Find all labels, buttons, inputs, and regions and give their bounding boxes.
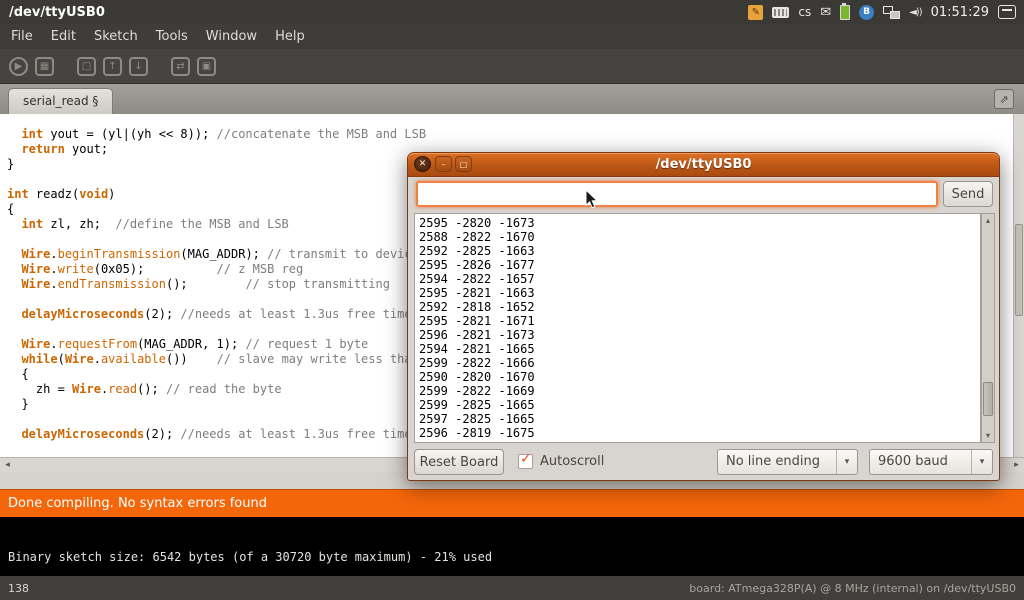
console-icon[interactable]: ▣ bbox=[197, 57, 216, 76]
serial-line: 2595 -2826 -1677 bbox=[419, 258, 976, 272]
stop-icon[interactable]: ▦ bbox=[35, 57, 54, 76]
line-number-indicator: 138 bbox=[8, 582, 29, 595]
serial-input[interactable] bbox=[416, 181, 938, 207]
serial-line: 2599 -2825 -1665 bbox=[419, 398, 976, 412]
menu-file[interactable]: File bbox=[2, 24, 42, 49]
menu-help[interactable]: Help bbox=[266, 24, 314, 49]
autoscroll-checkbox[interactable]: ✓ bbox=[518, 454, 533, 469]
tab-label: serial_read § bbox=[23, 94, 98, 108]
scrollbar-thumb[interactable] bbox=[1015, 224, 1023, 316]
reset-board-button[interactable]: Reset Board bbox=[414, 449, 504, 475]
menu-edit[interactable]: Edit bbox=[42, 24, 85, 49]
volume-icon[interactable]: ◄)) bbox=[909, 7, 922, 18]
serial-line: 2597 -2825 -1665 bbox=[419, 412, 976, 426]
menu-tools[interactable]: Tools bbox=[147, 24, 197, 49]
console-output: Binary sketch size: 6542 bytes (of a 307… bbox=[0, 517, 1024, 576]
keyboard-layout-indicator[interactable]: cs bbox=[798, 5, 811, 19]
serial-monitor-icon: ⇗ bbox=[999, 93, 1008, 106]
chevron-down-icon[interactable]: ▾ bbox=[836, 450, 857, 474]
top-panel: /dev/ttyUSB0 ✎ cs ✉ B ◄)) 01:51:29 bbox=[0, 0, 1024, 24]
menu-sketch[interactable]: Sketch bbox=[85, 24, 147, 49]
tab-serial-read[interactable]: serial_read § bbox=[8, 88, 113, 114]
menu-bar: FileEditSketchToolsWindowHelp bbox=[0, 24, 1024, 49]
keyboard-icon[interactable] bbox=[772, 7, 789, 18]
session-icon[interactable] bbox=[998, 5, 1016, 19]
mouse-cursor bbox=[585, 190, 599, 210]
code-line: int yout = (yl|(yh << 8)); //concatenate… bbox=[7, 127, 1012, 142]
scroll-right-icon[interactable]: ▸ bbox=[1009, 458, 1024, 472]
mail-icon[interactable]: ✉ bbox=[820, 5, 831, 20]
status-message: Done compiling. No syntax errors found bbox=[8, 496, 267, 511]
open-sketch-icon[interactable]: ↑ bbox=[103, 57, 122, 76]
desktop: /dev/ttyUSB0 ✎ cs ✉ B ◄)) 01:51:29 FileEditSk… bbox=[0, 0, 1024, 600]
serial-monitor-window: ✕ – □ /dev/ttyUSB0 Send 2595 -2820 -1673… bbox=[407, 152, 1000, 481]
serial-line: 2596 -2821 -1673 bbox=[419, 328, 976, 342]
line-ending-select[interactable]: No line ending ▾ bbox=[717, 449, 858, 475]
serial-line: 2588 -2822 -1670 bbox=[419, 230, 976, 244]
notes-icon[interactable]: ✎ bbox=[748, 5, 763, 20]
chevron-down-icon[interactable]: ▾ bbox=[971, 450, 992, 474]
save-sketch-icon[interactable]: ↓ bbox=[129, 57, 148, 76]
check-icon: ✓ bbox=[520, 451, 532, 467]
serial-line: 2599 -2822 -1669 bbox=[419, 384, 976, 398]
console-text: Binary sketch size: 6542 bytes (of a 307… bbox=[8, 550, 492, 564]
scrollbar-thumb[interactable] bbox=[983, 382, 993, 416]
serial-line: 2592 -2825 -1663 bbox=[419, 244, 976, 258]
send-button[interactable]: Send bbox=[943, 181, 993, 207]
bluetooth-icon[interactable]: B bbox=[859, 5, 874, 20]
serial-line: 2592 -2818 -1652 bbox=[419, 300, 976, 314]
system-tray: ✎ cs ✉ B ◄)) 01:51:29 bbox=[748, 0, 1024, 24]
editor-vertical-scrollbar[interactable] bbox=[1013, 114, 1024, 457]
clock[interactable]: 01:51:29 bbox=[931, 5, 989, 20]
toolbar: ▶ ▦ □ ↑ ↓ ⇄ ▣ bbox=[0, 49, 1024, 84]
footer: 138 board: ATmega328P(A) @ 8 MHz (intern… bbox=[0, 576, 1024, 600]
scroll-down-icon[interactable]: ▾ bbox=[982, 429, 994, 442]
serial-scrollbar[interactable]: ▴ ▾ bbox=[981, 213, 995, 443]
network-icon[interactable] bbox=[883, 6, 900, 19]
scroll-up-icon[interactable]: ▴ bbox=[982, 214, 994, 227]
board-indicator: board: ATmega328P(A) @ 8 MHz (internal) … bbox=[689, 582, 1016, 595]
scroll-left-icon[interactable]: ◂ bbox=[0, 458, 15, 472]
serial-monitor-button[interactable]: ⇗ bbox=[994, 89, 1014, 109]
serial-monitor-titlebar[interactable]: ✕ – □ /dev/ttyUSB0 bbox=[408, 153, 999, 177]
verify-icon[interactable]: ▶ bbox=[9, 57, 28, 76]
serial-line: 2594 -2821 -1665 bbox=[419, 342, 976, 356]
line-ending-value: No line ending bbox=[726, 450, 820, 474]
serial-line: 2599 -2822 -1666 bbox=[419, 356, 976, 370]
serial-line: 2595 -2821 -1663 bbox=[419, 286, 976, 300]
menu-window[interactable]: Window bbox=[197, 24, 266, 49]
serial-line: 2595 -2820 -1673 bbox=[419, 216, 976, 230]
serial-line: 2594 -2822 -1657 bbox=[419, 272, 976, 286]
autoscroll-label: Autoscroll bbox=[540, 449, 604, 475]
baud-rate-value: 9600 baud bbox=[878, 450, 948, 474]
serial-line: 2595 -2821 -1671 bbox=[419, 314, 976, 328]
export-icon[interactable]: ⇄ bbox=[171, 57, 190, 76]
serial-monitor-title: /dev/ttyUSB0 bbox=[408, 153, 999, 176]
serial-line: 2590 -2820 -1670 bbox=[419, 370, 976, 384]
baud-rate-select[interactable]: 9600 baud ▾ bbox=[869, 449, 993, 475]
status-bar: Done compiling. No syntax errors found bbox=[0, 489, 1024, 517]
serial-output[interactable]: 2595 -2820 -16732588 -2822 -16702592 -28… bbox=[414, 213, 981, 443]
tab-bar: serial_read § ⇗ bbox=[0, 84, 1024, 114]
serial-line: 2596 -2819 -1675 bbox=[419, 426, 976, 440]
battery-icon[interactable] bbox=[840, 5, 850, 20]
new-sketch-icon[interactable]: □ bbox=[77, 57, 96, 76]
active-window-title: /dev/ttyUSB0 bbox=[0, 5, 105, 20]
